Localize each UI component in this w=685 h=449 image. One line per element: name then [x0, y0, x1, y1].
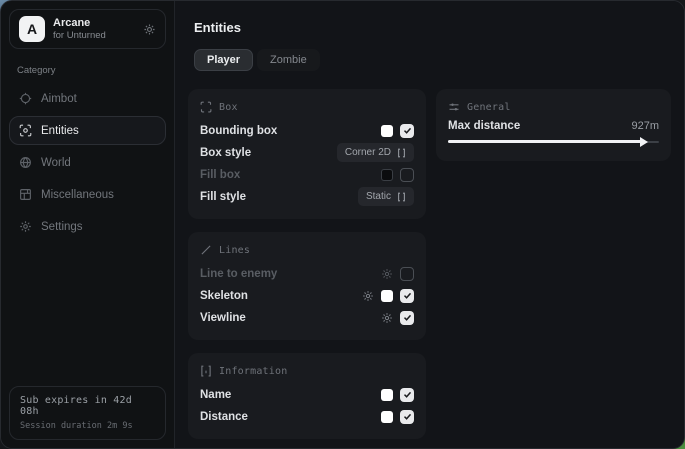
setting-row-fill-box: Fill box: [200, 164, 414, 185]
sidebar-nav: Aimbot Entities World: [9, 81, 166, 241]
gear-icon[interactable]: [143, 23, 156, 36]
color-swatch[interactable]: [381, 389, 393, 401]
sidebar-item-miscellaneous[interactable]: Miscellaneous: [9, 180, 166, 209]
sidebar-item-settings[interactable]: Settings: [9, 212, 166, 241]
setting-row-name: Name: [200, 384, 414, 405]
setting-label: Distance: [200, 411, 248, 423]
sidebar-item-world[interactable]: World: [9, 148, 166, 177]
setting-row-max-distance: Max distance 927m: [448, 120, 659, 132]
sidebar-item-label: Settings: [41, 221, 83, 233]
setting-row-skeleton: Skeleton: [200, 285, 414, 306]
color-swatch[interactable]: [381, 125, 393, 137]
setting-label: Skeleton: [200, 290, 248, 302]
sub-expiry-text: Sub expires in 42d 08h: [20, 395, 155, 417]
section-title: Box: [219, 102, 238, 113]
dropdown-icon: [397, 192, 406, 202]
category-label: Category: [17, 65, 166, 76]
subscription-card: Sub expires in 42d 08h Session duration …: [9, 386, 166, 440]
sidebar-item-label: Entities: [41, 125, 79, 137]
general-section-card: General Max distance 927m: [436, 89, 671, 161]
sidebar-item-label: Miscellaneous: [41, 189, 114, 201]
sidebar-item-aimbot[interactable]: Aimbot: [9, 84, 166, 113]
information-section-card: Information Name Distance: [188, 353, 426, 439]
setting-label: Viewline: [200, 312, 246, 324]
dropdown-value: Corner 2D: [345, 147, 391, 158]
box-style-dropdown[interactable]: Corner 2D: [337, 143, 414, 162]
setting-label: Name: [200, 389, 231, 401]
color-swatch[interactable]: [381, 290, 393, 302]
setting-row-distance: Distance: [200, 406, 414, 427]
checkbox-checked[interactable]: [400, 124, 414, 138]
setting-label: Box style: [200, 147, 251, 159]
information-icon: [200, 365, 212, 377]
setting-label: Max distance: [448, 120, 520, 132]
setting-label: Fill style: [200, 191, 246, 203]
app-window: A Arcane for Unturned Category A: [0, 0, 685, 449]
app-subtitle: for Unturned: [53, 31, 106, 41]
fill-style-dropdown[interactable]: Static: [358, 187, 414, 206]
section-title: General: [467, 102, 511, 113]
color-swatch[interactable]: [381, 169, 393, 181]
row-settings-gear-icon[interactable]: [381, 268, 393, 280]
section-title: Information: [219, 366, 287, 377]
dropdown-value: Static: [366, 191, 391, 202]
lines-section-card: Lines Line to enemy: [188, 232, 426, 340]
crosshair-icon: [19, 92, 32, 105]
sliders-icon: [448, 101, 460, 113]
setting-label: Line to enemy: [200, 268, 277, 280]
session-duration-text: Session duration 2m 9s: [20, 421, 155, 431]
scan-icon: [19, 124, 32, 137]
globe-icon: [19, 156, 32, 169]
slider-thumb[interactable]: [640, 137, 648, 147]
app-header-card: A Arcane for Unturned: [9, 9, 166, 49]
sidebar: A Arcane for Unturned Category A: [1, 1, 175, 448]
setting-row-bounding-box: Bounding box: [200, 120, 414, 141]
tab-bar: Player Zombie: [194, 49, 671, 71]
box-section-card: Box Bounding box Box style: [188, 89, 426, 219]
box-corners-icon: [200, 101, 212, 113]
row-settings-gear-icon[interactable]: [362, 290, 374, 302]
row-settings-gear-icon[interactable]: [381, 312, 393, 324]
slider-value: 927m: [631, 120, 659, 132]
checkbox-checked[interactable]: [400, 410, 414, 424]
main-panel: Entities Player Zombie Box: [175, 1, 684, 448]
sidebar-item-label: World: [41, 157, 71, 169]
page-title: Entities: [194, 20, 671, 35]
section-title: Lines: [219, 245, 250, 256]
app-logo: A: [19, 16, 45, 42]
sidebar-item-entities[interactable]: Entities: [9, 116, 166, 145]
checkbox-checked[interactable]: [400, 388, 414, 402]
setting-row-viewline: Viewline: [200, 307, 414, 328]
sidebar-item-label: Aimbot: [41, 93, 77, 105]
setting-label: Fill box: [200, 169, 240, 181]
dropdown-icon: [397, 148, 406, 158]
setting-row-line-to-enemy: Line to enemy: [200, 263, 414, 284]
tab-player[interactable]: Player: [194, 49, 253, 71]
checkbox-unchecked[interactable]: [400, 267, 414, 281]
color-swatch[interactable]: [381, 411, 393, 423]
checkbox-unchecked[interactable]: [400, 168, 414, 182]
slider-fill: [448, 140, 642, 143]
checkbox-checked[interactable]: [400, 289, 414, 303]
max-distance-slider[interactable]: [448, 135, 659, 149]
setting-row-fill-style: Fill style Static: [200, 186, 414, 207]
line-icon: [200, 244, 212, 256]
tab-zombie[interactable]: Zombie: [257, 49, 320, 71]
app-name: Arcane: [53, 17, 106, 29]
gear-icon: [19, 220, 32, 233]
grid-icon: [19, 188, 32, 201]
checkbox-checked[interactable]: [400, 311, 414, 325]
setting-label: Bounding box: [200, 125, 277, 137]
setting-row-box-style: Box style Corner 2D: [200, 142, 414, 163]
